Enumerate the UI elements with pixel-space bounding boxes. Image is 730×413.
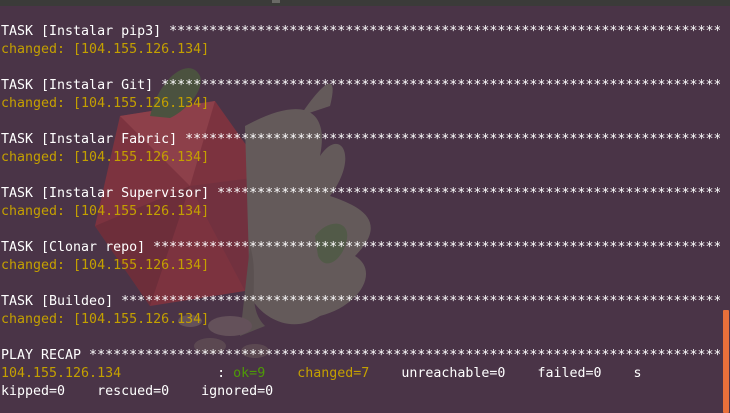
terminal-output[interactable]: TASK [Instalar pip3] *******************…	[1, 6, 720, 413]
task-result: changed: [104.155.126.134]	[1, 312, 210, 327]
task-header: TASK [Instalar Git] ********************…	[1, 78, 720, 93]
play-recap-host-line: 104.155.126.134 : ok=9 changed=7 unreach…	[1, 365, 642, 383]
task-header: TASK [Instalar Fabric] *****************…	[1, 132, 720, 147]
recap-wrap-tail: s	[633, 366, 642, 381]
task-result: changed: [104.155.126.134]	[1, 204, 210, 219]
recap-unreachable-count: unreachable=0	[401, 366, 506, 381]
recap-failed-count: failed=0	[537, 366, 602, 381]
task-header: TASK [Instalar pip3] *******************…	[1, 24, 720, 39]
recap-separator: :	[121, 366, 234, 381]
task-result: changed: [104.155.126.134]	[1, 150, 210, 165]
task-result: changed: [104.155.126.134]	[1, 42, 210, 57]
task-header: TASK [Instalar Supervisor] *************…	[1, 186, 720, 201]
task-header: TASK [Clonar repo] *********************…	[1, 240, 720, 255]
recap-host: 104.155.126.134	[1, 366, 122, 381]
scrollbar-thumb[interactable]	[723, 310, 729, 413]
play-recap-host-line-wrapped: kipped=0 rescued=0 ignored=0	[1, 384, 274, 399]
terminal-scrollbar[interactable]	[720, 6, 730, 413]
play-recap-header: PLAY RECAP *****************************…	[1, 348, 720, 363]
recap-changed-count: changed=7	[297, 366, 370, 381]
recap-ok-count: ok=9	[233, 366, 266, 381]
task-result: changed: [104.155.126.134]	[1, 258, 210, 273]
task-result: changed: [104.155.126.134]	[1, 96, 210, 111]
title-fragment	[272, 0, 280, 3]
task-header: TASK [Buildeo] *************************…	[1, 294, 720, 309]
